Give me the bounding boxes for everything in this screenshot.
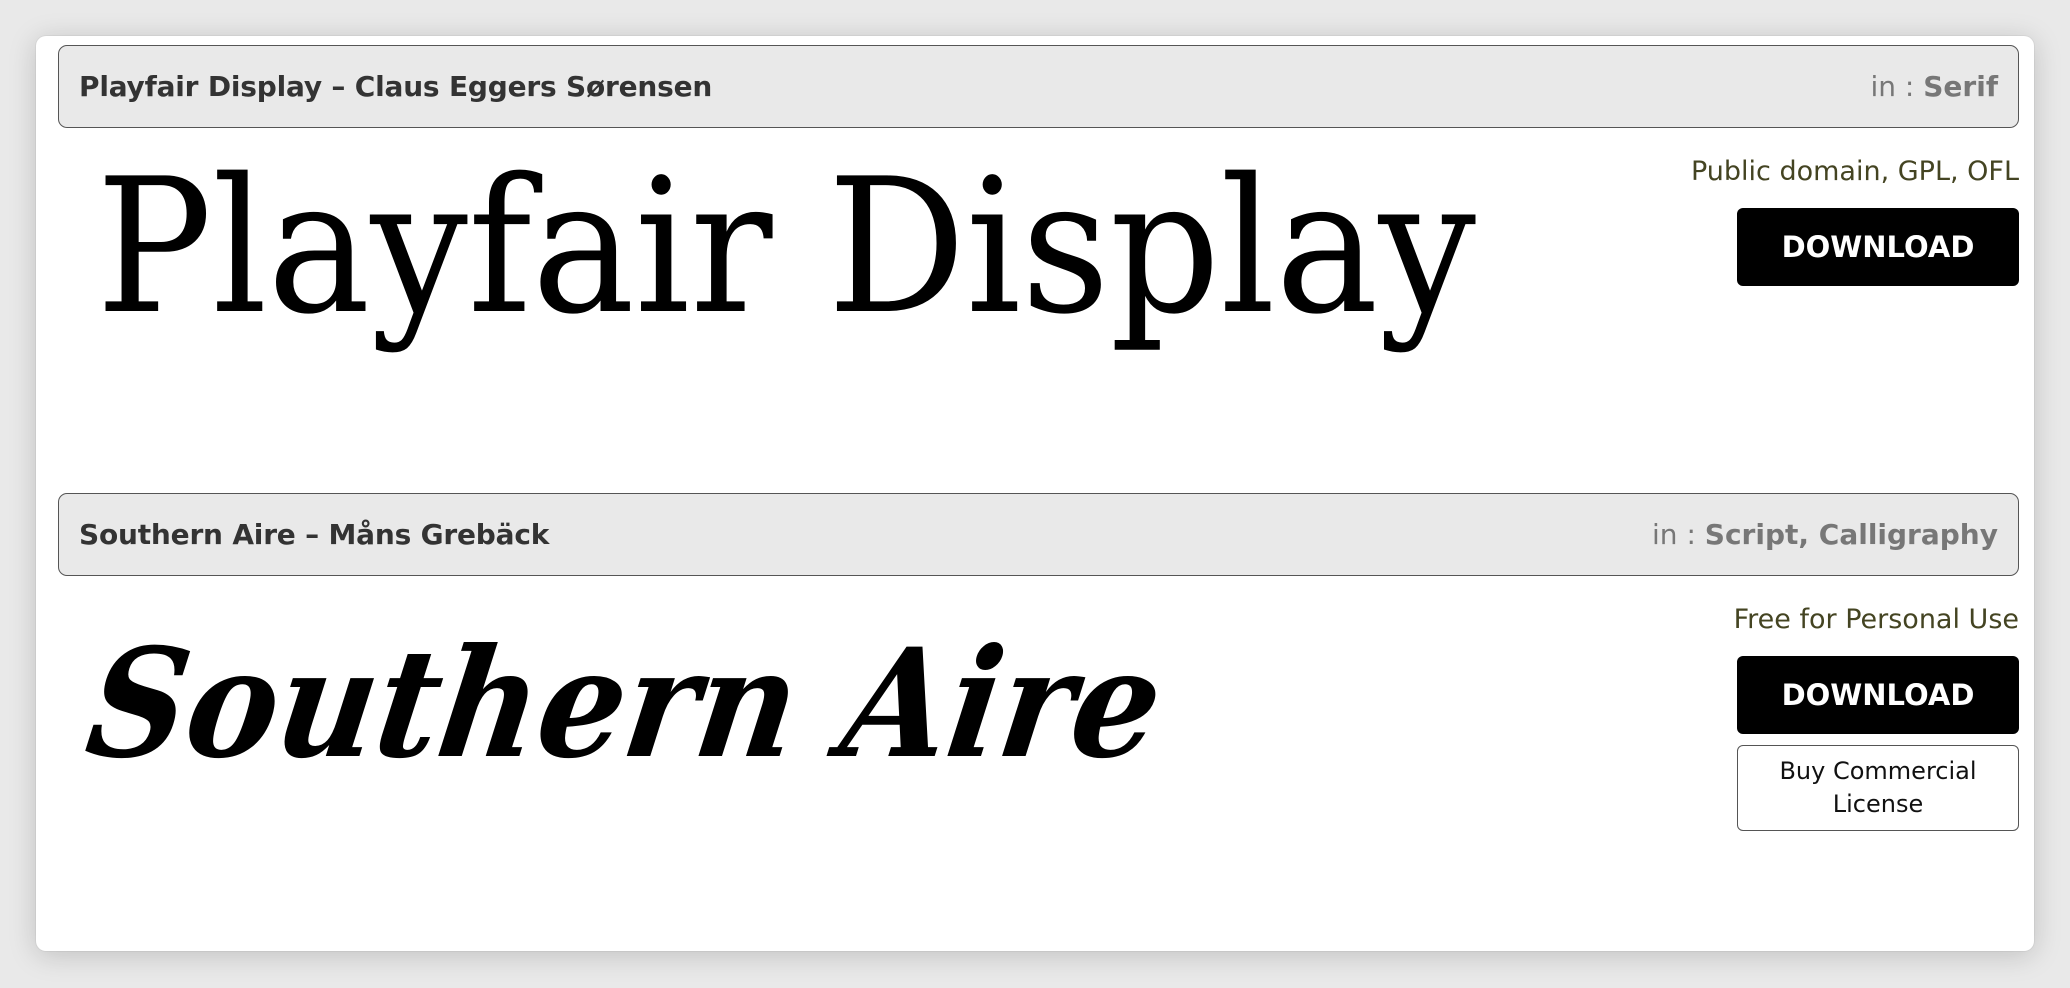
font-preview-image[interactable]: Playfair Display [58,128,1618,388]
font-categories: in : Serif [1870,70,1998,103]
font-title-link[interactable]: Southern Aire – Måns Grebäck [79,518,549,551]
font-preview-text: Playfair Display [96,138,1476,355]
categories-prefix: in : [1652,518,1705,551]
categories-prefix: in : [1870,70,1924,103]
font-preview-image[interactable]: Southern Aire [58,576,1258,836]
category-link[interactable]: Serif [1923,70,1998,103]
category-link[interactable]: Script, Calligraphy [1705,518,1998,551]
font-card-southern-aire: Southern Aire – Måns Grebäck in : Script… [58,493,2019,921]
font-card-header: Southern Aire – Måns Grebäck in : Script… [58,493,2019,576]
font-card-body: Playfair Display Public domain, GPL, OFL… [58,128,2019,473]
license-text: Free for Personal Use [1733,604,2019,635]
font-card-header: Playfair Display – Claus Eggers Sørensen… [58,45,2019,128]
font-card-body: Southern Aire Free for Personal Use DOWN… [58,576,2019,921]
font-card-playfair-display: Playfair Display – Claus Eggers Sørensen… [58,45,2019,473]
font-list-window: Playfair Display – Claus Eggers Sørensen… [36,36,2034,951]
font-categories: in : Script, Calligraphy [1652,518,1998,551]
buy-commercial-license-button[interactable]: Buy Commercial License [1737,745,2019,831]
download-button[interactable]: DOWNLOAD [1737,656,2019,734]
font-preview-text: Southern Aire [78,615,1173,792]
font-title-link[interactable]: Playfair Display – Claus Eggers Sørensen [79,70,712,103]
download-button[interactable]: DOWNLOAD [1737,208,2019,286]
license-text: Public domain, GPL, OFL [1690,156,2019,187]
